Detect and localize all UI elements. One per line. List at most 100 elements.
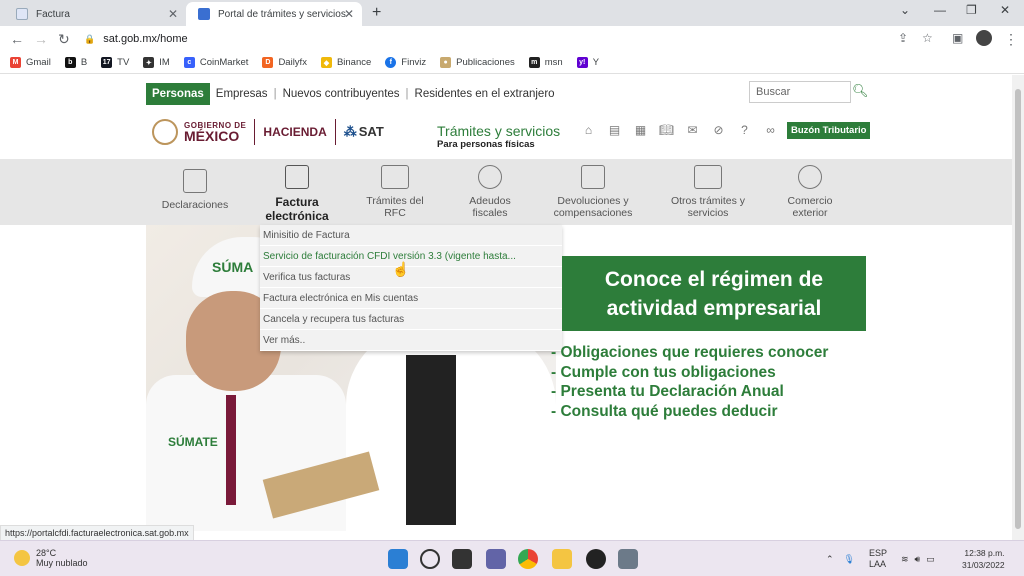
nav-separator: | [405, 88, 409, 100]
sidepanel-icon[interactable]: ▣ [952, 31, 963, 45]
doctor-shirt [406, 355, 456, 525]
forward-icon[interactable]: → [34, 31, 48, 47]
tab-search-icon[interactable]: ⌄ [900, 3, 910, 17]
bookmark-publicaciones[interactable]: ● Publicaciones [440, 57, 515, 68]
bookmark-coinmarket[interactable]: c CoinMarket [183, 57, 248, 68]
menu-comercio-exterior[interactable]: Comercio exterior [778, 165, 842, 219]
nav-nuevos-contribuyentes[interactable]: Nuevos contribuyentes [283, 88, 400, 100]
tab-factura[interactable]: Factura ✕ [4, 2, 186, 26]
reload-icon[interactable]: ↻ [58, 31, 70, 48]
calendar-icon[interactable]: ▦ [632, 123, 649, 138]
media-icon[interactable] [586, 549, 606, 569]
menu-tramites-rfc[interactable]: Trámites del RFC [358, 165, 432, 219]
search-taskbar-icon[interactable] [420, 549, 440, 569]
teams-icon[interactable] [486, 549, 506, 569]
help-icon[interactable]: ? [736, 123, 753, 138]
factura-dropdown: Minisitio de Factura Servicio de factura… [260, 225, 562, 351]
cursor-hand-icon: ☝ [392, 261, 410, 277]
restore-icon[interactable]: ❐ [966, 3, 977, 17]
dropdown-item[interactable]: Verifica tus facturas [260, 267, 562, 288]
invoice-icon [285, 165, 309, 189]
share-icon[interactable]: ⇪ [898, 31, 908, 45]
menu-icon[interactable]: ⋮ [1004, 31, 1018, 48]
dropdown-item[interactable]: Servicio de facturación CFDI versión 3.3… [260, 246, 562, 267]
header-logos[interactable]: GOBIERNO DE MÉXICO HACIENDA ⁂ SAT [152, 119, 384, 145]
sat-logo: ⁂ SAT [343, 124, 384, 139]
worker-shirt [146, 375, 346, 531]
logo-divider [334, 119, 336, 145]
seal-icon [152, 119, 178, 145]
hero-list: - Obligaciones que requieres conocer - C… [551, 343, 828, 421]
microphone-icon[interactable]: 🎙︎ [844, 554, 855, 565]
quick-icons: ⌂ ▤ ▦ 📖︎ ✉ ⊘ ? ∞ [580, 123, 788, 138]
tab-portal[interactable]: Portal de trámites y servicios - SA ✕ [186, 2, 362, 26]
nav-separator: | [273, 88, 277, 100]
back-icon[interactable]: ← [10, 31, 24, 47]
glasses-icon[interactable]: ∞ [762, 123, 779, 138]
bookmark-tv[interactable]: 17 TV [101, 57, 129, 68]
hero-banner-title[interactable]: Conoce el régimen de actividad empresari… [562, 256, 866, 331]
close-tab-icon[interactable]: ✕ [168, 7, 178, 21]
bookmark-msn[interactable]: m msn [528, 57, 563, 68]
chevron-up-icon[interactable]: ⌃ [826, 554, 834, 565]
dropdown-item[interactable]: Ver más.. [260, 330, 562, 351]
bookmark-finviz[interactable]: f Finviz [385, 57, 426, 68]
bookmark-star-icon[interactable]: ☆ [922, 31, 933, 45]
coinmarket-icon: c [183, 57, 195, 68]
dropdown-item[interactable]: Minisitio de Factura [260, 225, 562, 246]
menu-factura-electronica[interactable]: Factura electrónica [262, 165, 332, 223]
wifi-icon[interactable]: ≋ [901, 554, 909, 565]
volume-icon[interactable]: 🔊︎ [915, 554, 921, 565]
close-window-icon[interactable]: ✕ [1000, 3, 1010, 17]
nav-empresas[interactable]: Empresas [216, 88, 268, 100]
menu-otros-tramites[interactable]: Otros trámites y servicios [668, 165, 748, 219]
list-item: - Consulta qué puedes deducir [551, 402, 778, 420]
bookmark-b[interactable]: bB [64, 57, 87, 68]
language-indicator[interactable]: ESP LAA [869, 548, 887, 570]
search-icon[interactable]: 🔍︎ [852, 83, 869, 99]
menu-devoluciones[interactable]: Devoluciones y compensaciones [548, 165, 638, 219]
bookmark-binance[interactable]: ◆ Binance [320, 57, 371, 68]
id-card-icon[interactable]: ▤ [606, 123, 623, 138]
task-view-icon[interactable] [452, 549, 472, 569]
page-content: Personas Empresas | Nuevos contribuyente… [0, 75, 1012, 540]
battery-icon[interactable]: ▭ [926, 554, 935, 565]
bookmark-yahoo[interactable]: y! Y [576, 57, 599, 68]
status-url: https://portalcfdi.facturaelectronica.sa… [0, 525, 194, 541]
page-icon [16, 8, 28, 20]
buzon-tributario-button[interactable]: Buzón Tributario [787, 122, 871, 139]
close-tab-icon[interactable]: ✕ [344, 7, 354, 21]
nav-personas[interactable]: Personas [146, 83, 210, 105]
bookmark-gmail[interactable]: M Gmail [10, 57, 51, 68]
file-explorer-icon[interactable] [552, 549, 572, 569]
calculator-icon[interactable] [618, 549, 638, 569]
weather-icon [14, 550, 30, 566]
hand-money-icon [581, 165, 605, 189]
book-icon[interactable]: 📖︎ [658, 123, 675, 138]
bookmark-im[interactable]: ✦ IM [143, 57, 170, 68]
dropdown-item[interactable]: Factura electrónica en Mis cuentas [260, 288, 562, 309]
new-tab-icon[interactable]: + [372, 4, 381, 22]
dropdown-item[interactable]: Cancela y recupera tus facturas [260, 309, 562, 330]
compass-icon[interactable]: ⊘ [710, 123, 727, 138]
scroll-thumb[interactable] [1015, 89, 1021, 529]
nav-residentes[interactable]: Residentes en el extranjero [415, 88, 555, 100]
address-bar[interactable]: 🔒 sat.gob.mx/home [84, 29, 944, 49]
weather-widget[interactable]: 28°C Muy nublado [14, 548, 88, 568]
home-icon[interactable]: ⌂ [580, 123, 597, 138]
globe-dollar-icon [798, 165, 822, 189]
menu-adeudos-fiscales[interactable]: Adeudos fiscales [462, 165, 518, 219]
page-scrollbar[interactable] [1012, 75, 1024, 540]
bookmark-dailyfx[interactable]: D Dailyfx [262, 57, 307, 68]
menu-declaraciones[interactable]: Declaraciones [162, 165, 228, 211]
monitor-chart-icon [694, 165, 722, 189]
avatar[interactable] [976, 30, 992, 46]
services-menu: Declaraciones Factura electrónica Trámit… [0, 159, 1012, 225]
mail-icon[interactable]: ✉ [684, 123, 701, 138]
start-icon[interactable] [388, 549, 408, 569]
minimize-icon[interactable]: — [934, 3, 946, 17]
clock[interactable]: 12:38 p.m. 31/03/2022 [962, 547, 1005, 571]
list-item: - Obligaciones que requieres conocer [551, 344, 829, 361]
search-input[interactable]: Buscar [749, 81, 851, 103]
chrome-icon[interactable] [518, 549, 538, 569]
